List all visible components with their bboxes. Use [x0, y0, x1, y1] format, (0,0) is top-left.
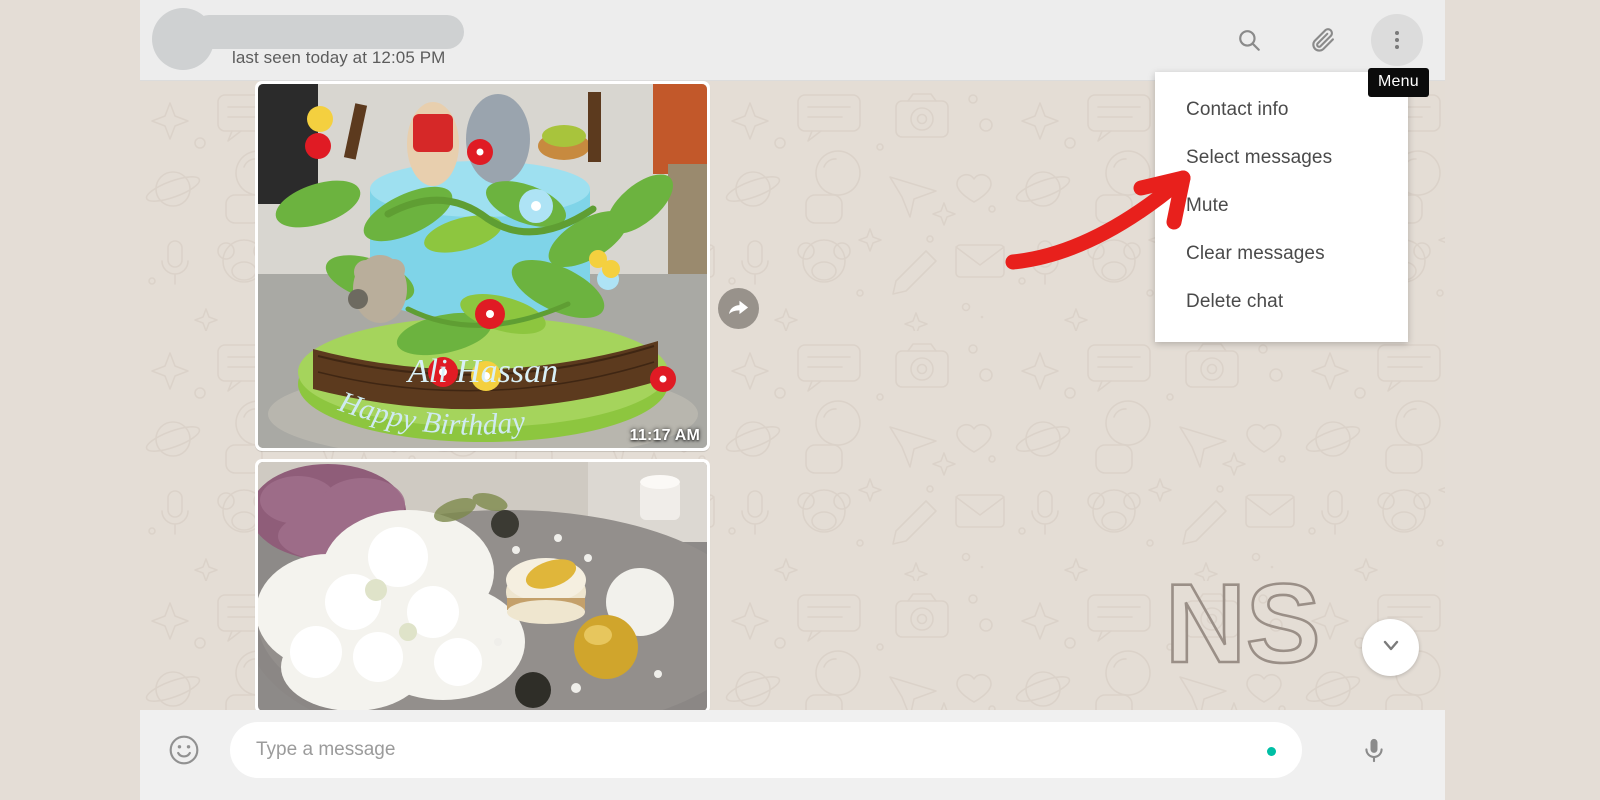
flowers-photo — [258, 462, 707, 710]
header-actions — [1223, 14, 1423, 66]
microphone-icon — [1360, 736, 1388, 769]
menu-item-mute[interactable]: Mute — [1155, 182, 1408, 230]
search-icon — [1236, 27, 1262, 53]
chat-options-menu: Contact info Select messages Mute Clear … — [1155, 72, 1408, 342]
voice-record-button[interactable] — [1352, 730, 1396, 774]
whatsapp-window: last seen today at 12:05 PM Ali Hassan H… — [140, 0, 1445, 800]
menu-item-clear-messages[interactable]: Clear messages — [1155, 230, 1408, 278]
menu-tooltip: Menu — [1368, 68, 1429, 97]
forward-arrow-icon — [727, 295, 750, 323]
menu-item-delete-chat[interactable]: Delete chat — [1155, 278, 1408, 326]
forward-message-button[interactable] — [718, 288, 759, 329]
contact-status-text: last seen today at 12:05 PM — [232, 48, 446, 67]
menu-item-select-messages[interactable]: Select messages — [1155, 134, 1408, 182]
emoji-button[interactable] — [162, 730, 206, 774]
menu-button[interactable] — [1371, 14, 1423, 66]
search-button[interactable] — [1223, 14, 1275, 66]
scroll-to-bottom-button[interactable] — [1362, 619, 1419, 676]
screenshot-root: last seen today at 12:05 PM Ali Hassan H… — [0, 0, 1600, 800]
message-composer — [140, 710, 1445, 800]
composer-status-dot — [1267, 747, 1276, 756]
message-timestamp: 11:17 AM — [629, 427, 700, 444]
cake-photo: Ali Hassan Happy Birthday — [258, 84, 707, 448]
paperclip-icon — [1309, 26, 1337, 54]
message-input[interactable] — [230, 724, 1256, 776]
three-dots-vertical-icon — [1385, 28, 1409, 52]
smiley-icon — [168, 734, 200, 771]
message-image-flowers[interactable] — [255, 459, 710, 710]
message-image-cake[interactable]: Ali Hassan Happy Birthday 11:17 AM — [255, 81, 710, 451]
message-input-wrapper[interactable] — [230, 722, 1302, 778]
contact-name-redacted-bar — [192, 15, 464, 49]
chevron-down-icon — [1379, 633, 1403, 662]
chat-header: last seen today at 12:05 PM — [140, 0, 1445, 81]
attach-button[interactable] — [1297, 14, 1349, 66]
svg-text:Ali Hassan: Ali Hassan — [406, 353, 558, 390]
